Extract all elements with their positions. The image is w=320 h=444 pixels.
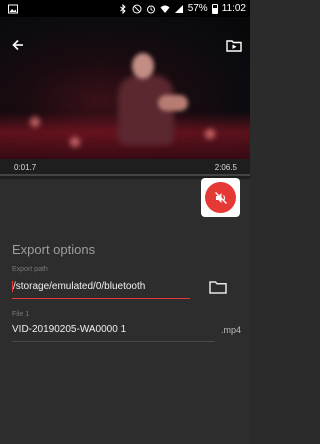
clock: 11:02: [221, 3, 246, 14]
volume-off-icon: [214, 191, 227, 204]
wifi-icon: [160, 5, 170, 13]
video-export-screen: 57% 11:02 0:01.7 2:06.5 Export options E…: [0, 0, 250, 444]
signal-icon: [174, 4, 183, 13]
timeline[interactable]: 0:01.7 2:06.5: [0, 159, 250, 179]
battery-icon: [211, 3, 218, 14]
video-subject-head: [132, 53, 154, 79]
export-path-value: /storage/emulated/0/bluetooth: [13, 281, 146, 292]
back-button[interactable]: [8, 37, 28, 53]
mute-audio-button[interactable]: [201, 178, 240, 217]
bluetooth-icon: [119, 3, 126, 14]
alarm-icon: [146, 5, 155, 13]
file-name-input[interactable]: VID-20190205-WA0000 1: [12, 323, 215, 342]
end-time: 2:06.5: [214, 163, 237, 172]
folder-video-icon: [226, 39, 242, 52]
light-glow: [205, 129, 215, 139]
file-name-value: VID-20190205-WA0000 1: [12, 324, 127, 335]
choose-folder-button[interactable]: [207, 278, 229, 296]
current-time: 0:01.7: [14, 163, 37, 172]
light-glow: [70, 137, 80, 147]
folder-icon: [209, 281, 227, 294]
file-name-label: File 1: [12, 311, 30, 318]
seek-track[interactable]: [0, 174, 250, 176]
mute-icon: [132, 4, 142, 13]
image-icon: [8, 4, 18, 13]
export-options-title: Export options: [12, 242, 96, 257]
export-path-label: Export path: [12, 266, 48, 273]
file-extension: .mp4: [221, 325, 242, 335]
status-right: 57% 11:02: [118, 3, 246, 14]
export-path-input[interactable]: /storage/emulated/0/bluetooth: [12, 280, 190, 299]
arrow-left-icon: [12, 39, 23, 51]
video-subject-arm: [158, 95, 188, 111]
light-glow: [30, 117, 40, 127]
status-bar: 57% 11:02: [0, 0, 250, 17]
mute-audio-button-circle: [205, 182, 236, 213]
video-preview[interactable]: [0, 17, 250, 159]
status-left: [8, 4, 18, 14]
open-video-button[interactable]: [224, 37, 244, 53]
battery-percent: 57%: [187, 3, 208, 14]
